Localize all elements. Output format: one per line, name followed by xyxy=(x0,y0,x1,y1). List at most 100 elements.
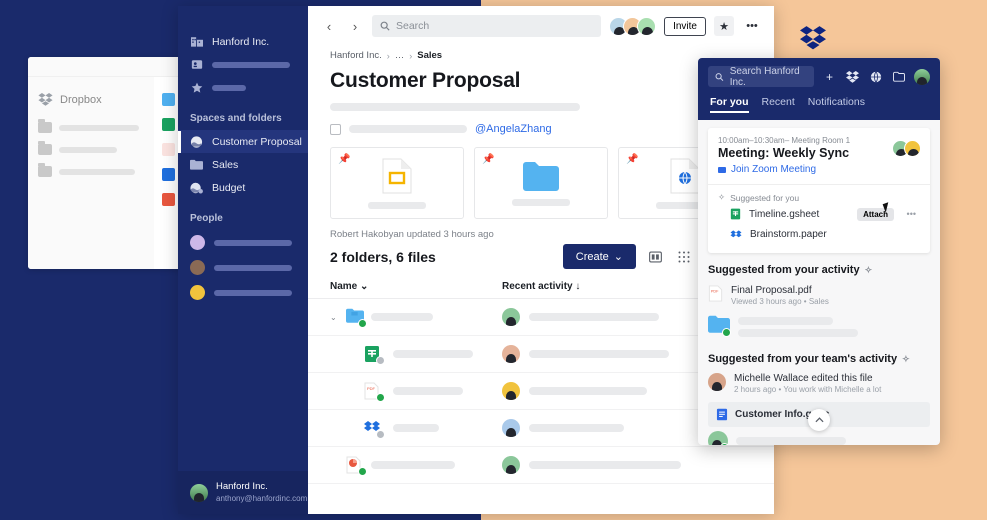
activity-file[interactable]: PDF Final Proposal.pdf Viewed 3 hours ag… xyxy=(708,282,930,311)
pdf-icon: PDF xyxy=(708,285,723,302)
star-icon[interactable]: ★ xyxy=(714,16,734,36)
pin-icon: 📌 xyxy=(626,154,639,165)
collapse-panel-button[interactable] xyxy=(808,409,830,431)
folder-icon xyxy=(38,119,52,133)
create-label: Create xyxy=(575,250,609,263)
sidebar-item-budget[interactable]: Budget xyxy=(178,176,308,199)
avatar xyxy=(190,260,205,275)
fine-grid-view-icon[interactable] xyxy=(674,248,694,266)
search-placeholder: Search xyxy=(396,20,430,32)
account-avatar xyxy=(190,483,208,502)
meeting-time: 10:00am–10:30am– Meeting Room 1 xyxy=(718,136,851,145)
ellipsis-icon[interactable]: ••• xyxy=(742,16,762,36)
row-name-cell xyxy=(330,456,502,476)
sidebar-item-sales[interactable]: Sales xyxy=(178,153,308,176)
placeholder-bar xyxy=(368,201,426,209)
avatar xyxy=(637,16,657,36)
meeting-card: 10:00am–10:30am– Meeting Room 1 Meeting:… xyxy=(708,128,930,253)
avatar xyxy=(190,235,205,250)
sidebar-item-customer-proposal[interactable]: Customer Proposal xyxy=(178,130,308,153)
invite-button[interactable]: Invite xyxy=(664,16,706,36)
dropbox-icon[interactable] xyxy=(845,70,860,83)
ghost-brand-label: Dropbox xyxy=(60,93,102,106)
breadcrumb-item-current[interactable]: Sales xyxy=(417,50,442,61)
ppt-icon xyxy=(162,193,175,206)
suggested-file[interactable]: Brainstorm.paper xyxy=(718,224,920,244)
folder-icon[interactable] xyxy=(891,71,906,82)
ppt-icon xyxy=(346,456,367,476)
breadcrumb-separator: › xyxy=(386,50,390,61)
chevron-down-icon[interactable]: ⌄ xyxy=(330,313,339,322)
create-button[interactable]: Create ⌄ xyxy=(562,244,636,269)
tab-for-you[interactable]: For you xyxy=(710,96,749,113)
placeholder-bar xyxy=(393,424,439,432)
suggested-file-name: Brainstorm.paper xyxy=(750,229,827,240)
tab-notifications[interactable]: Notifications xyxy=(808,96,865,113)
gsheet-icon xyxy=(162,118,175,131)
sidebar-person[interactable] xyxy=(178,230,308,255)
placeholder-bar xyxy=(738,328,858,337)
gslides-icon xyxy=(382,158,412,193)
svg-text:PDF: PDF xyxy=(367,386,376,391)
placeholder-bar xyxy=(214,264,292,271)
row-name-cell xyxy=(330,345,502,365)
pinned-card[interactable]: 📌 xyxy=(330,147,464,219)
column-header-name[interactable]: Name ⌄ xyxy=(330,281,502,292)
paper-web-icon xyxy=(670,158,700,193)
sidebar-person[interactable] xyxy=(178,280,308,305)
placeholder-bar xyxy=(529,424,624,432)
dropbox-logo-icon xyxy=(38,93,53,106)
placeholder-bar xyxy=(214,239,292,246)
sidebar: Hanford Inc. Spaces and folders Customer… xyxy=(178,6,308,514)
avatar xyxy=(502,382,520,400)
activity-placeholder-row[interactable] xyxy=(708,311,930,342)
avatar xyxy=(502,419,520,437)
placeholder-bar xyxy=(214,289,292,296)
ghost-folder-row xyxy=(38,163,144,177)
sidebar-item-starred[interactable] xyxy=(178,76,308,99)
join-zoom-link[interactable]: Join Zoom Meeting xyxy=(718,164,920,175)
member-facepile[interactable] xyxy=(609,16,657,36)
team-activity-actor[interactable]: Michelle Wallace edited this file 2 hour… xyxy=(708,371,930,398)
sidebar-item-label: Sales xyxy=(212,158,239,171)
placeholder-bar xyxy=(529,313,659,321)
table-row[interactable] xyxy=(308,447,774,484)
panel-tabs: For you Recent Notifications xyxy=(708,87,930,120)
task-row: @AngelaZhang xyxy=(330,123,752,135)
plus-icon[interactable]: + xyxy=(822,70,837,84)
team-activity-meta: 2 hours ago • You work with Michelle a l… xyxy=(734,385,882,394)
team-icon xyxy=(190,58,203,71)
avatar xyxy=(502,345,520,363)
search-input[interactable]: Search xyxy=(372,15,602,37)
column-header-activity[interactable]: Recent activity ↓ xyxy=(502,281,580,292)
sidebar-item-team[interactable] xyxy=(178,53,308,76)
placeholder-bar xyxy=(529,387,647,395)
task-checkbox[interactable] xyxy=(330,123,341,135)
activity-header-label: Suggested from your activity xyxy=(708,264,860,276)
globe-icon[interactable] xyxy=(868,71,883,83)
panel-search-row: Search Hanford Inc. + xyxy=(708,66,930,88)
sidebar-account[interactable]: Hanford Inc. anthony@hanfordinc.com xyxy=(178,471,308,514)
breadcrumb-item-ellipsis[interactable]: … xyxy=(395,50,405,61)
card-view-icon[interactable] xyxy=(645,248,665,266)
sync-badge xyxy=(358,467,367,476)
ghost-brand: Dropbox xyxy=(38,93,144,106)
forward-button[interactable]: › xyxy=(346,17,364,35)
sidebar-item-workspace[interactable]: Hanford Inc. xyxy=(178,30,308,53)
sidebar-item-label: Budget xyxy=(212,181,246,194)
folder-shared-icon xyxy=(346,308,367,328)
column-label: Name xyxy=(330,281,358,292)
ellipsis-icon[interactable]: ••• xyxy=(907,209,916,219)
tab-recent[interactable]: Recent xyxy=(762,96,795,113)
panel-search-input[interactable]: Search Hanford Inc. xyxy=(708,66,814,88)
pin-icon: 📌 xyxy=(338,154,351,165)
back-button[interactable]: ‹ xyxy=(320,17,338,35)
pinned-card[interactable]: 📌 xyxy=(474,147,608,219)
user-avatar[interactable] xyxy=(914,68,930,85)
breadcrumb-item-root[interactable]: Hanford Inc. xyxy=(330,50,382,61)
placeholder-bar xyxy=(393,387,463,395)
sort-icon: ↓ xyxy=(575,281,581,292)
sidebar-person[interactable] xyxy=(178,255,308,280)
sidebar-spaces-header: Spaces and folders xyxy=(190,113,282,124)
mention-link[interactable]: @AngelaZhang xyxy=(475,123,552,135)
